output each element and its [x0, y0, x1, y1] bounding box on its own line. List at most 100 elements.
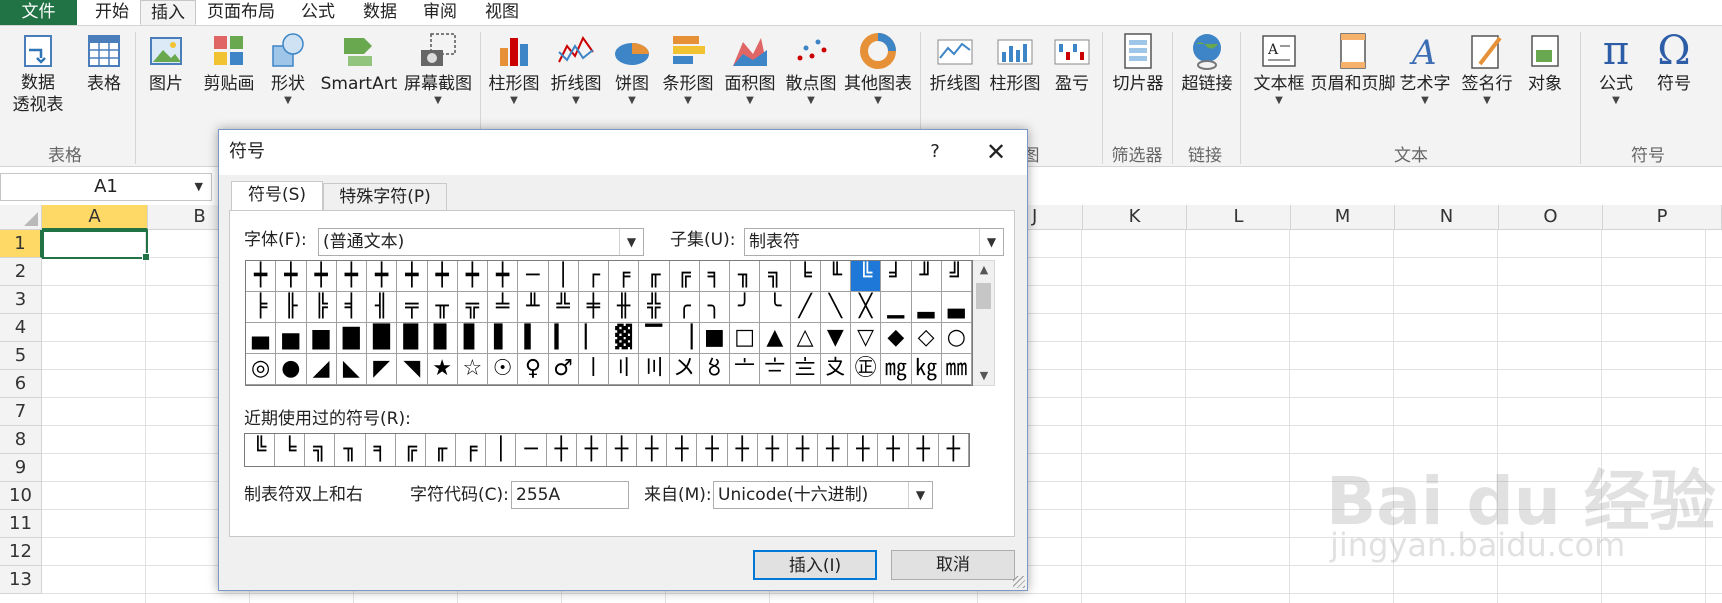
- symbol-cell[interactable]: ▲: [760, 323, 791, 354]
- symbol-cell[interactable]: 〢: [609, 354, 640, 385]
- textbox-button[interactable]: A 文本框 ▼: [1246, 30, 1312, 106]
- symbol-cell[interactable]: ╰: [760, 292, 791, 323]
- recent-symbol-cell[interactable]: ┼: [547, 434, 577, 466]
- row-header[interactable]: 9: [0, 454, 42, 482]
- recent-symbol-cell[interactable]: ╒: [456, 434, 487, 466]
- symbol-cell[interactable]: ╕: [699, 261, 730, 292]
- tab-view[interactable]: 视图: [474, 0, 530, 25]
- symbol-cell[interactable]: ╘: [790, 261, 821, 292]
- symbol-cell[interactable]: 〩: [820, 354, 851, 385]
- from-select[interactable]: Unicode(十六进制) ▼: [713, 481, 933, 509]
- symbol-cell[interactable]: ╮: [699, 292, 730, 323]
- symbol-cell[interactable]: 〤: [669, 354, 700, 385]
- symbol-cell[interactable]: ╝: [941, 261, 972, 292]
- symbol-cell[interactable]: ╒: [609, 261, 640, 292]
- recent-symbol-cell[interactable]: ┼: [667, 434, 698, 466]
- recent-symbol-cell[interactable]: ╖: [335, 434, 366, 466]
- symbol-cell[interactable]: ●: [276, 354, 307, 385]
- symbol-cell[interactable]: ▕: [669, 323, 700, 354]
- symbol-grid[interactable]: ┿ ┿ ┿ ┿ ┿ ┿ ┿ ┿ ┿ ─ │ ┌ ╒ ╓ ╔ ╕ ╖ ╗ ╘ ╙ ╚ ╛ ╜ ╝ ╞ ╟ ╠ ╡ ╢ ╤ ╥ ╦ ╧ ╨ ╩ ╪ ╫ ╬ ╭ ╮…: [245, 260, 973, 386]
- symbol-cell[interactable]: ┿: [336, 261, 367, 292]
- column-header-p[interactable]: P: [1603, 205, 1722, 230]
- symbol-cell[interactable]: 〨: [790, 354, 821, 385]
- column-header-l[interactable]: L: [1187, 205, 1291, 230]
- symbol-cell[interactable]: ▄: [246, 323, 277, 354]
- symbol-cell[interactable]: ┿: [367, 261, 398, 292]
- screenshot-button[interactable]: 屏幕截图 ▼: [400, 30, 476, 106]
- symbol-cell[interactable]: ╧: [488, 292, 519, 323]
- tab-insert[interactable]: 插入: [140, 0, 196, 25]
- symbol-button[interactable]: Ω 符号: [1648, 30, 1700, 96]
- recent-symbol-cell[interactable]: ╔: [396, 434, 426, 466]
- symbol-cell[interactable]: ╛: [881, 261, 912, 292]
- recent-symbol-cell[interactable]: ┼: [939, 434, 969, 466]
- symbol-cell[interactable]: ┿: [306, 261, 337, 292]
- symbol-cell[interactable]: 〡: [578, 354, 609, 385]
- character-code-input[interactable]: 255A: [511, 481, 629, 509]
- recent-symbol-cell[interactable]: │: [486, 434, 517, 466]
- tab-special-characters[interactable]: 特殊字符(P): [323, 183, 447, 211]
- scroll-thumb[interactable]: [976, 283, 991, 309]
- wordart-button[interactable]: A 艺术字 ▼: [1394, 30, 1456, 106]
- symbol-cell[interactable]: ☉: [488, 354, 519, 385]
- column-header-m[interactable]: M: [1291, 205, 1395, 230]
- symbol-cell[interactable]: ▽: [851, 323, 882, 354]
- symbol-cell[interactable]: ╢: [367, 292, 398, 323]
- symbol-cell[interactable]: ┿: [457, 261, 488, 292]
- smartart-button[interactable]: SmartArt: [316, 30, 402, 96]
- symbol-cell[interactable]: ▎: [548, 323, 579, 354]
- sparkline-line-button[interactable]: 折线图: [926, 30, 984, 96]
- tab-data[interactable]: 数据: [352, 0, 408, 25]
- recent-symbol-cell[interactable]: ╘: [275, 434, 306, 466]
- symbol-cell[interactable]: ╪: [578, 292, 609, 323]
- scatter-chart-button[interactable]: 散点图 ▼: [782, 30, 840, 106]
- slicer-button[interactable]: 切片器: [1106, 30, 1170, 96]
- symbol-cell[interactable]: ◆: [881, 323, 912, 354]
- symbol-cell[interactable]: ╦: [457, 292, 488, 323]
- symbol-cell[interactable]: ▃: [941, 292, 972, 323]
- symbol-cell[interactable]: ╡: [336, 292, 367, 323]
- symbol-cell[interactable]: 〧: [760, 354, 791, 385]
- cancel-button[interactable]: 取消: [891, 550, 1015, 580]
- chevron-down-icon[interactable]: ▼: [908, 482, 932, 508]
- symbol-cell[interactable]: □: [730, 323, 761, 354]
- symbol-cell[interactable]: ┿: [246, 261, 277, 292]
- symbol-cell[interactable]: ╗: [760, 261, 791, 292]
- tab-file[interactable]: 文件: [0, 0, 77, 25]
- symbol-cell[interactable]: ★: [427, 354, 458, 385]
- scroll-down-icon[interactable]: ▼: [973, 367, 995, 385]
- signature-line-button[interactable]: 签名行 ▼: [1456, 30, 1518, 106]
- recent-symbol-cell[interactable]: ┼: [818, 434, 849, 466]
- recent-symbol-cell[interactable]: ─: [516, 434, 547, 466]
- tab-symbols[interactable]: 符号(S): [231, 181, 323, 211]
- recent-symbol-cell[interactable]: ╕: [366, 434, 396, 466]
- symbol-cell[interactable]: ▅: [276, 323, 307, 354]
- header-footer-button[interactable]: 页眉和页脚: [1306, 30, 1400, 96]
- tab-page-layout[interactable]: 页面布局: [198, 0, 284, 25]
- object-button[interactable]: 对象: [1520, 30, 1570, 96]
- active-cell-a1[interactable]: [42, 230, 150, 261]
- symbol-cell[interactable]: ┿: [488, 261, 519, 292]
- symbol-cell[interactable]: ┿: [427, 261, 458, 292]
- symbol-cell[interactable]: ╠: [306, 292, 337, 323]
- row-header[interactable]: 7: [0, 398, 42, 426]
- symbol-cell[interactable]: ◤: [367, 354, 398, 385]
- symbol-cell[interactable]: ▁: [881, 292, 912, 323]
- symbol-cell[interactable]: ▓: [609, 323, 640, 354]
- symbol-cell[interactable]: ▇: [336, 323, 367, 354]
- symbol-cell[interactable]: ▌: [488, 323, 519, 354]
- symbol-cell[interactable]: ╬: [639, 292, 670, 323]
- chevron-down-icon[interactable]: ▼: [979, 229, 1003, 255]
- recent-symbol-cell[interactable]: ┼: [637, 434, 668, 466]
- symbol-cell[interactable]: 〣: [639, 354, 670, 385]
- symbol-cell[interactable]: ─: [518, 261, 549, 292]
- symbol-cell[interactable]: ▊: [427, 323, 458, 354]
- symbol-cell[interactable]: ╯: [730, 292, 761, 323]
- hyperlink-button[interactable]: 超链接: [1176, 30, 1238, 96]
- recent-symbol-cell[interactable]: ┼: [848, 434, 879, 466]
- symbol-cell[interactable]: ㎏: [911, 354, 942, 385]
- symbol-cell[interactable]: ♂: [548, 354, 579, 385]
- table-button[interactable]: 表格: [78, 30, 130, 96]
- symbol-cell[interactable]: ■: [699, 323, 730, 354]
- symbol-cell[interactable]: ◢: [306, 354, 337, 385]
